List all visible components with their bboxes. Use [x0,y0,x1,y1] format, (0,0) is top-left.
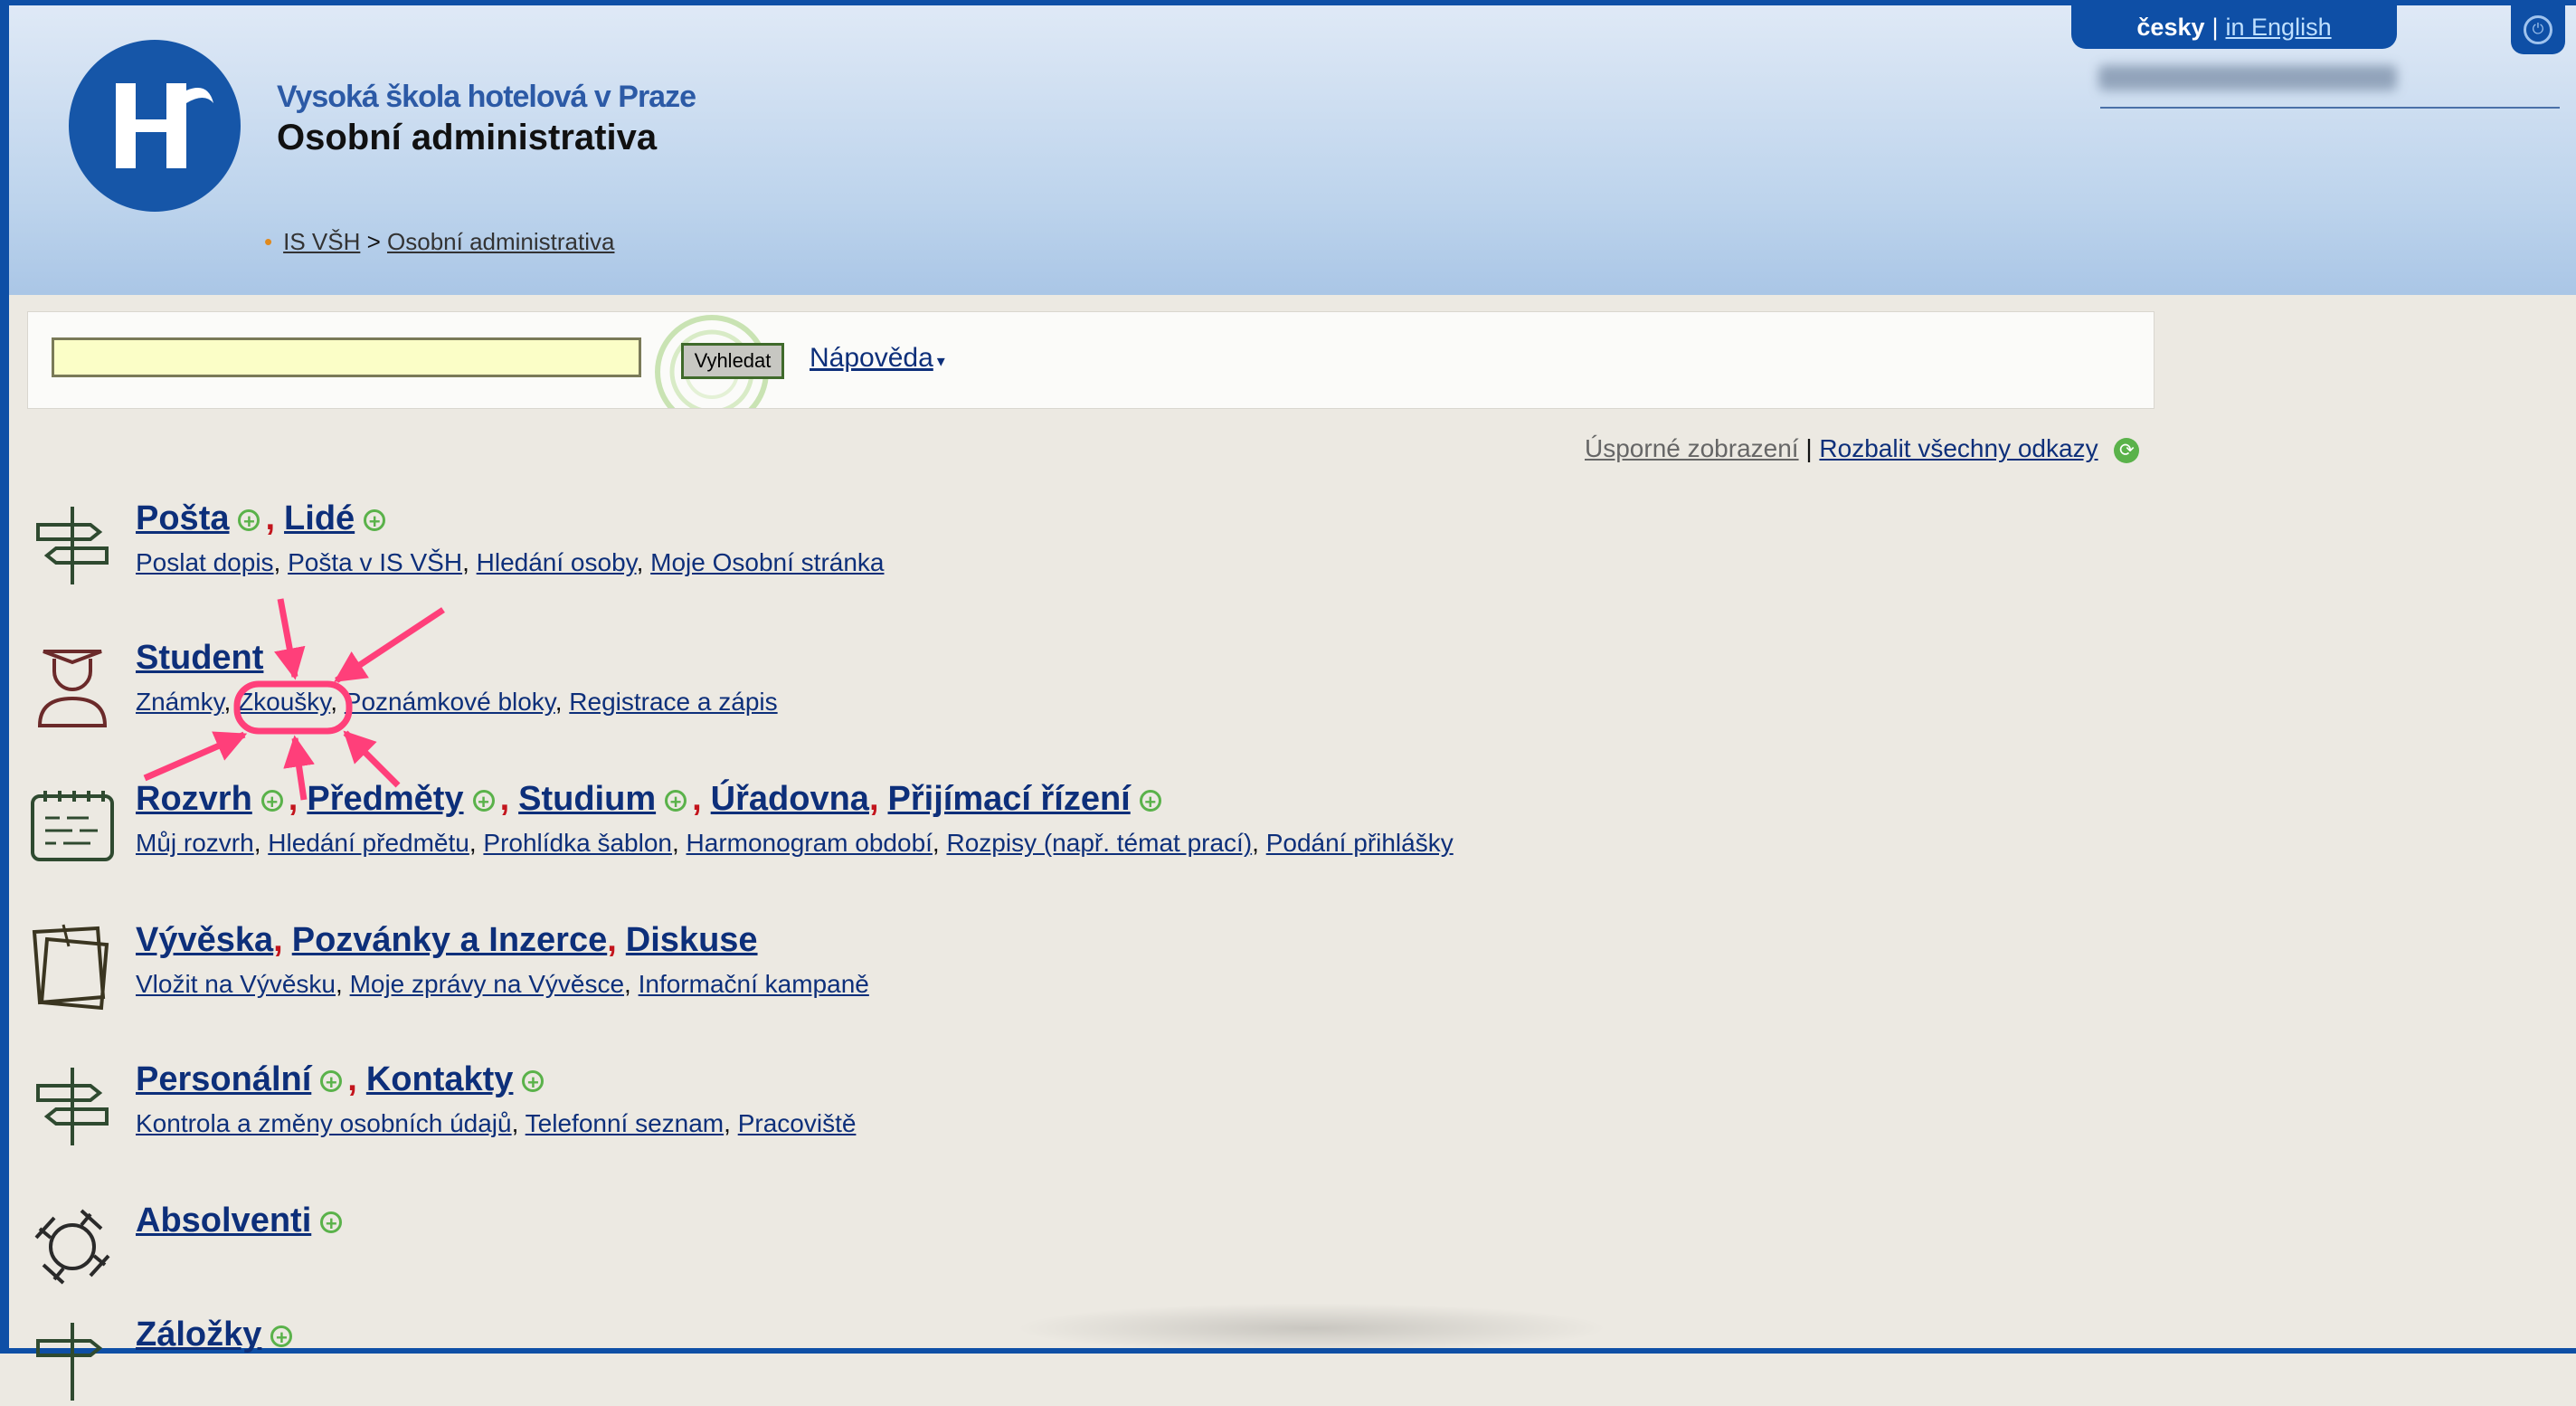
page-title: Osobní administrativa [277,118,658,157]
link-harmonogram[interactable]: Harmonogram období [687,829,933,857]
signpost-icon [36,1323,103,1401]
breadcrumb-root-link[interactable]: IS VŠH [283,228,360,255]
expand-plus-icon[interactable]: + [238,508,260,531]
view-options: Úsporné zobrazení | Rozbalit všechny odk… [1585,434,2140,463]
expand-plus-icon[interactable]: + [260,789,283,812]
section-title-student[interactable]: Student [136,639,263,677]
link-poslat-dopis[interactable]: Poslat dopis [136,548,274,576]
chevron-down-icon: ▾ [936,352,945,370]
section-title-prijimaci-rizeni[interactable]: Přijímací řízení [888,780,1131,818]
expand-plus-icon[interactable]: + [665,789,687,812]
power-icon: ⏻ [2524,15,2552,44]
section-title-absolventi[interactable]: Absolventi [136,1202,311,1240]
student-icon [37,650,108,727]
breadcrumb-bullet: • [264,228,273,255]
link-muj-rozvrh[interactable]: Můj rozvrh [136,829,254,857]
link-posta-v-is[interactable]: Pošta v IS VŠH [288,548,462,576]
section-title-predmety[interactable]: Předměty [307,780,463,818]
link-rozpisy[interactable]: Rozpisy (např. témat prací) [946,829,1252,857]
expand-all-icon[interactable]: ⟳ [2114,437,2140,463]
breadcrumb-separator: > [366,228,381,255]
language-separator: | [2211,13,2219,41]
link-prohlidka-sablon[interactable]: Prohlídka šablon [483,829,672,857]
school-name[interactable]: Vysoká škola hotelová v Praze [277,80,696,115]
language-switch: česky | in English [2071,5,2397,49]
section-title-rozvrh[interactable]: Rozvrh [136,780,252,818]
section-links: Můj rozvrh, Hledání předmětu, Prohlídka … [136,829,1454,857]
section-title-lide[interactable]: Lidé [284,499,355,537]
link-moje-zpravy[interactable]: Moje zprávy na Vývěsce [350,970,624,998]
section-title-diskuse[interactable]: Diskuse [626,921,758,959]
section-head: Pošta +, Lidé + [136,499,391,538]
search-panel: Vyhledat Nápověda ▾ [27,311,2155,409]
section-head: Záložky + [136,1316,298,1354]
section-head: Rozvrh +, Předměty +, Studium +, Úřadovna, Přij… [136,780,1167,819]
logout-button[interactable]: ⏻ [2511,5,2565,54]
expand-plus-icon[interactable]: + [472,789,495,812]
section-links: Známky, Zkoušky, Poznámkové bloky, Regis… [136,688,778,716]
section-title-uradovna[interactable]: Úřadovna [711,780,869,818]
help-label: Nápověda [810,343,933,373]
link-podani-prihlasky[interactable]: Podání přihlášky [1266,829,1454,857]
section-title-pozvanky[interactable]: Pozvánky a Inzerce [292,921,608,959]
window-left-border [0,0,9,1354]
link-pracoviste[interactable]: Pracoviště [738,1109,857,1137]
school-logo-icon[interactable] [69,40,241,212]
compact-view-link[interactable]: Úsporné zobrazení [1585,434,1799,462]
section-head: Student [136,639,263,678]
link-informacni-kampane[interactable]: Informační kampaně [639,970,869,998]
link-telefonni-seznam[interactable]: Telefonní seznam [526,1109,724,1137]
section-head: Absolventi + [136,1202,347,1240]
section-links: Poslat dopis, Pošta v IS VŠH, Hledání os… [136,548,885,576]
link-kontrola-udaju[interactable]: Kontrola a změny osobních údajů [136,1109,512,1137]
link-hledani-osoby[interactable]: Hledání osoby [477,548,637,576]
user-divider [2100,107,2560,109]
help-menu[interactable]: Nápověda ▾ [810,343,945,374]
calendar-icon [31,791,114,861]
search-button[interactable]: Vyhledat [681,343,784,379]
user-name-redacted [2098,65,2397,90]
expand-plus-icon[interactable]: + [522,1069,545,1092]
section-links: Vložit na Vývěsku, Moje zprávy na Vývěsc… [136,970,869,998]
section-title-kontakty[interactable]: Kontakty [366,1060,514,1098]
breadcrumb-current-link[interactable]: Osobní administrativa [387,228,614,255]
signpost-icon [36,507,109,584]
link-hledani-predmetu[interactable]: Hledání předmětu [268,829,469,857]
link-osobni-stranka[interactable]: Moje Osobní stránka [650,548,884,576]
expand-plus-icon[interactable]: + [270,1325,293,1347]
search-input[interactable] [52,337,641,377]
expand-plus-icon[interactable]: + [364,508,386,531]
signpost-icon [36,1068,109,1145]
expand-all-link[interactable]: Rozbalit všechny odkazy [1819,434,2098,462]
section-links: Kontrola a změny osobních údajů, Telefon… [136,1109,857,1137]
link-znamky[interactable]: Známky [136,688,224,716]
language-english-link[interactable]: in English [2226,14,2332,42]
breadcrumb: • IS VŠH > Osobní administrativa [264,228,614,256]
link-registrace-zapis[interactable]: Registrace a zápis [569,688,777,716]
language-current: česky [2136,13,2205,41]
link-vlozit-vyveska[interactable]: Vložit na Vývěsku [136,970,336,998]
view-links-separator: | [1805,434,1813,462]
section-title-zalozky[interactable]: Záložky [136,1316,261,1354]
section-head: Personální +, Kontakty + [136,1060,549,1099]
section-title-posta[interactable]: Pošta [136,499,229,537]
link-poznamkove-bloky[interactable]: Poznámkové bloky [345,688,555,716]
page-header: Vysoká škola hotelová v Praze Osobní adm… [9,5,2576,295]
section-title-vyveska[interactable]: Vývěska [136,921,273,959]
link-zkousky[interactable]: Zkoušky [238,688,330,716]
expand-plus-icon[interactable]: + [320,1211,343,1233]
expand-plus-icon[interactable]: + [1139,789,1161,812]
bottom-shadow [1013,1303,1610,1354]
hands-circle-icon [34,1209,110,1285]
section-title-personalni[interactable]: Personální [136,1060,311,1098]
section-title-studium[interactable]: Studium [518,780,656,818]
expand-plus-icon[interactable]: + [320,1069,343,1092]
section-head: Vývěska, Pozvánky a Inzerce, Diskuse [136,921,758,959]
notes-icon [32,924,109,1011]
